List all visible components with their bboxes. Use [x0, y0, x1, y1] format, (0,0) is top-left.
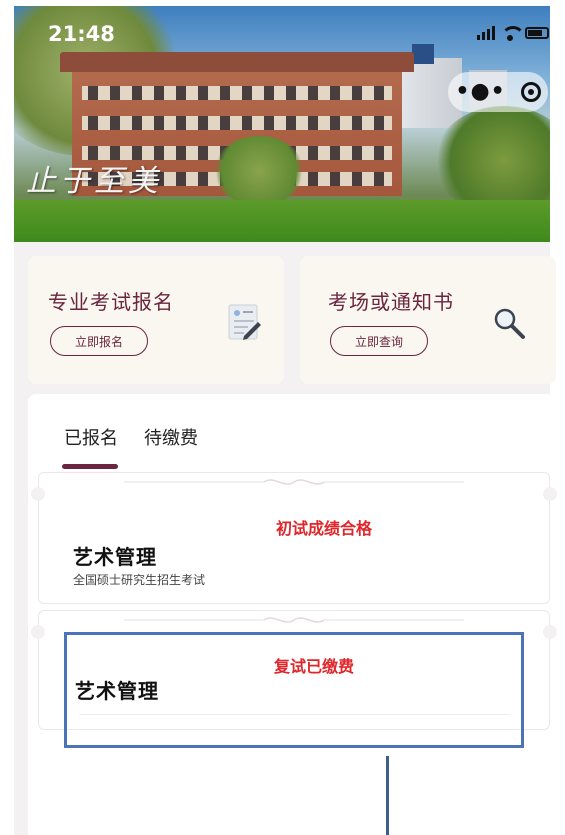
registration-record[interactable]: 初试成绩合格 艺术管理 全国硕士研究生招生考试	[31, 472, 557, 604]
highlight-box	[64, 632, 524, 748]
hero-lawn	[14, 200, 550, 242]
more-dots-icon[interactable]: •●•	[455, 81, 505, 103]
exam-notice-card[interactable]: 考场或通知书 立即查询	[300, 256, 556, 384]
ornament-divider	[124, 617, 464, 623]
exam-registration-card[interactable]: 专业考试报名 立即报名	[28, 256, 284, 384]
active-tab-indicator	[62, 464, 118, 469]
ticket-notch	[31, 625, 45, 639]
record-status: 初试成绩合格	[275, 519, 372, 538]
form-icon	[228, 304, 261, 340]
ticket-notch	[31, 487, 45, 501]
register-now-button[interactable]: 立即报名	[50, 326, 148, 356]
miniprogram-capsule: •●•	[448, 72, 548, 112]
ticket-notch	[543, 625, 557, 639]
ticket-notch	[543, 487, 557, 501]
pointer-line	[386, 756, 389, 835]
exam-notice-title: 考场或通知书	[328, 290, 454, 314]
tab-pending-payment[interactable]: 待缴费	[144, 424, 198, 450]
status-bar-icons	[477, 26, 549, 41]
building-windows	[82, 116, 392, 130]
hero-tree-middle	[214, 136, 304, 206]
exam-registration-title: 专业考试报名	[48, 290, 174, 314]
signal-icon	[477, 26, 495, 40]
wifi-icon	[501, 26, 525, 41]
status-tabs: 已报名 待缴费	[64, 424, 198, 450]
registration-list-panel: 已报名 待缴费 初试成绩合格 艺术管理 全国硕士研究生招生考试 复试已缴费 艺术…	[28, 394, 560, 835]
building-windows	[82, 86, 392, 100]
close-target-icon[interactable]	[520, 82, 541, 102]
ornament-divider	[124, 479, 464, 485]
tab-registered[interactable]: 已报名	[64, 424, 118, 450]
battery-icon	[525, 27, 549, 39]
hero-tower-top	[412, 44, 434, 64]
record-subject: 艺术管理	[73, 545, 157, 569]
record-exam-type: 全国硕士研究生招生考试	[73, 573, 206, 587]
search-icon	[494, 308, 525, 339]
query-now-button[interactable]: 立即查询	[330, 326, 428, 356]
hero-motto: 止于至美	[26, 164, 162, 199]
status-bar-time: 21:48	[48, 22, 115, 46]
